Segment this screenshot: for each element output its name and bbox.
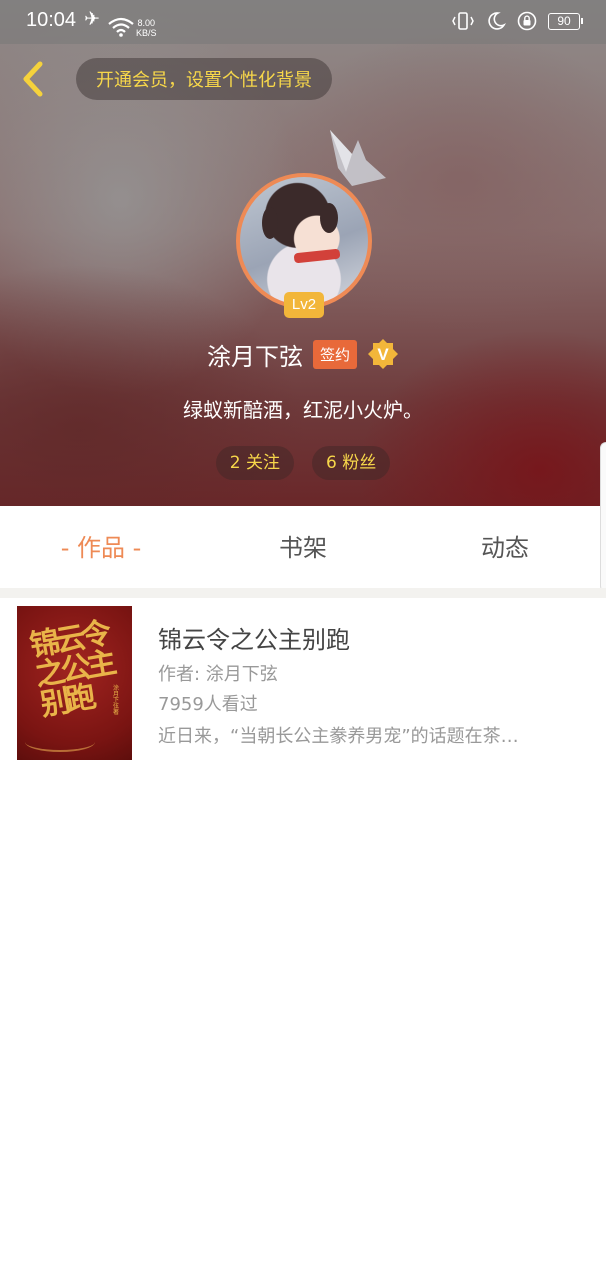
tab-activity[interactable]: 动态 <box>404 506 606 588</box>
status-time: 10:04 <box>26 9 77 31</box>
avatar[interactable] <box>236 173 372 309</box>
vip-prompt-label: 开通会员，设置个性化背景 <box>96 70 312 91</box>
verified-badge-label: V <box>377 345 389 364</box>
battery-icon: 90 <box>548 12 583 30</box>
lock-rotation-icon <box>517 11 537 31</box>
book-title: 锦云令之公主别跑 <box>158 626 350 654</box>
status-icons: 90 <box>452 10 583 32</box>
divider <box>0 588 606 598</box>
vip-background-button[interactable]: 开通会员，设置个性化背景 <box>76 58 332 100</box>
vibrate-icon <box>452 12 474 30</box>
wifi-icon <box>108 17 134 37</box>
network-speed: 8.00 KB/S <box>136 18 157 38</box>
network-speed-unit: KB/S <box>136 28 157 38</box>
airplane-icon: ✈ <box>84 8 100 30</box>
side-drawer-handle[interactable] <box>600 442 606 592</box>
book-description: 近日来，“当朝长公主豢养男宠”的话题在茶… <box>158 726 519 747</box>
level-badge: Lv2 <box>284 292 324 318</box>
signed-badge: 签约 <box>312 339 357 369</box>
network-speed-value: 8.00 <box>137 18 156 28</box>
book-cover: 锦云令之公主别跑 涂月下弦 著 <box>17 606 132 760</box>
followers-button[interactable]: 6 粉丝 <box>312 446 391 480</box>
book-author: 作者: 涂月下弦 <box>158 664 278 685</box>
book-list-item[interactable]: 锦云令之公主别跑 涂月下弦 著 锦云令之公主别跑 作者: 涂月下弦 7959人看… <box>8 598 598 770</box>
user-bio: 绿蚁新醅酒，红泥小火炉。 <box>183 398 423 422</box>
user-name: 涂月下弦 <box>206 342 303 371</box>
tab-works[interactable]: - 作品 - <box>0 506 202 588</box>
moon-icon <box>488 12 506 30</box>
verified-badge-icon: V <box>368 339 398 369</box>
status-bar: 10:04 ✈ 8.00 KB/S 90 <box>0 0 606 44</box>
follow-stats: 2 关注 6 粉丝 <box>0 446 606 480</box>
book-cover-author: 涂月下弦 著 <box>113 685 120 716</box>
avatar-image <box>236 173 372 309</box>
name-row: 涂月下弦 签约 V <box>0 336 606 372</box>
following-button[interactable]: 2 关注 <box>215 446 294 480</box>
tab-bookshelf[interactable]: 书架 <box>202 506 404 588</box>
profile-tabs: - 作品 - 书架 动态 <box>0 506 606 588</box>
book-views: 7959人看过 <box>158 694 258 715</box>
chevron-left-icon[interactable] <box>16 58 50 100</box>
